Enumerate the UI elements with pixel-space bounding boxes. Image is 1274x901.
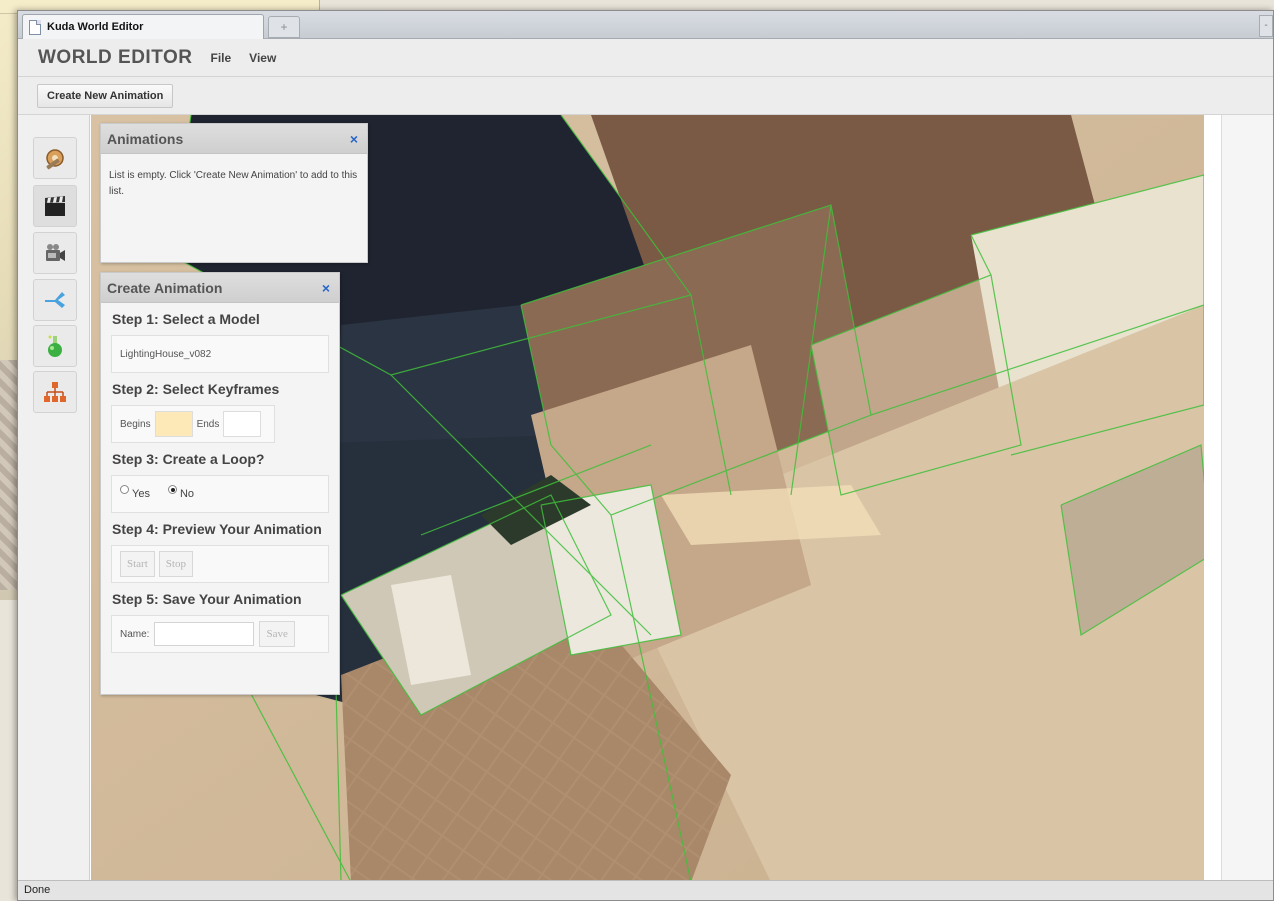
name-label: Name: [120,628,150,640]
document-icon [29,19,41,35]
tab-title: Kuda World Editor [47,21,144,33]
loop-no-radio[interactable]: No [167,485,195,500]
model-select[interactable]: LightingHouse_v082 [111,335,329,373]
start-button[interactable]: Start [120,551,155,577]
app-header: WORLD EDITOR File View [18,39,1273,77]
new-tab-button[interactable]: + [268,16,300,38]
sidebar-item-share[interactable] [33,279,77,321]
tool-sidebar [18,115,90,882]
step5-title: Step 5: Save Your Animation [112,591,302,607]
animations-empty-text: List is empty. Click 'Create New Animati… [109,170,358,197]
stop-button[interactable]: Stop [158,551,193,577]
ends-keyframe-field[interactable] [223,411,262,437]
create-new-animation-button[interactable]: Create New Animation [37,84,174,108]
step4-title: Step 4: Preview Your Animation [112,521,322,537]
radio-unchecked-icon [120,485,129,494]
keyframes-box: Begins Ends [111,405,275,443]
tools-icon [46,149,64,170]
menu-view[interactable]: View [249,51,276,65]
clapperboard-icon [45,196,65,216]
sidebar-item-animations[interactable] [33,185,77,227]
animations-panel: Animations × List is empty. Click 'Creat… [100,123,368,263]
status-bar: Done [18,880,1273,900]
camera-icon [46,244,65,261]
save-controls: Name: Save [111,615,329,653]
create-animation-panel-header: Create Animation × [101,273,339,303]
hierarchy-icon [44,382,66,402]
close-icon[interactable]: × [322,280,330,296]
sidebar-item-camera[interactable] [33,232,77,274]
preview-controls: Start Stop [111,545,329,583]
menu-file[interactable]: File [210,51,231,65]
radio-checked-icon [167,485,177,494]
animations-panel-title: Animations [107,130,184,147]
sidebar-item-potion[interactable] [33,325,77,367]
create-animation-panel-title: Create Animation [107,279,223,296]
tab-bar: Kuda World Editor + - [18,11,1273,39]
create-animation-panel: Create Animation × Step 1: Select a Mode… [100,272,340,695]
3d-viewport[interactable]: Animations × List is empty. Click 'Creat… [91,115,1204,882]
tab-kuda-world-editor[interactable]: Kuda World Editor [22,14,264,39]
animations-panel-header: Animations × [101,124,367,154]
loop-yes-radio[interactable]: Yes [120,485,150,500]
loop-options: Yes No [111,475,329,513]
begins-label: Begins [120,418,151,430]
potion-icon [48,335,62,357]
browser-window: Kuda World Editor + - WORLD EDITOR File … [17,10,1274,901]
app-title: WORLD EDITOR [38,46,193,68]
step1-title: Step 1: Select a Model [112,311,260,327]
right-margin-panel [1221,115,1273,882]
ends-label: Ends [196,418,220,430]
share-icon [45,292,65,308]
tab-list-button[interactable]: - [1259,15,1273,37]
model-value: LightingHouse_v082 [120,348,212,360]
save-button[interactable]: Save [259,621,295,647]
begins-keyframe-field[interactable] [154,411,193,437]
sidebar-item-tools[interactable] [33,137,77,179]
animation-name-input[interactable] [154,622,255,646]
sidebar-item-hierarchy[interactable] [33,371,77,413]
step2-title: Step 2: Select Keyframes [112,381,280,397]
loop-no-label: No [179,488,195,500]
toolbar: Create New Animation [18,77,1273,115]
loop-yes-label: Yes [132,488,150,500]
step3-title: Step 3: Create a Loop? [112,451,265,467]
close-icon[interactable]: × [350,131,358,147]
